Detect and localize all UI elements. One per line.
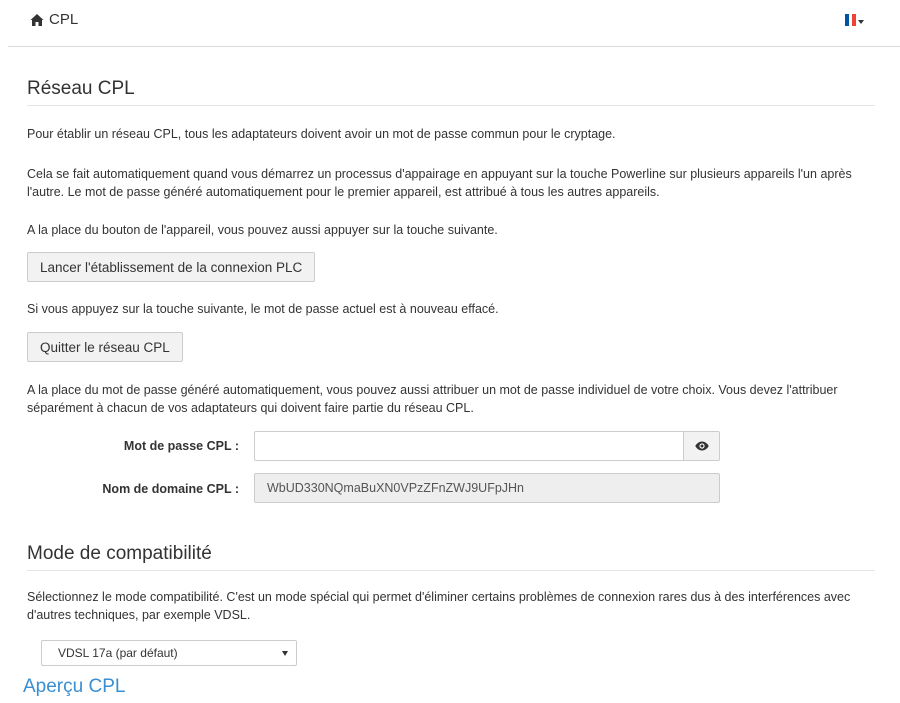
domain-name-field: WbUD330NQmaBuXN0VPzZFnZWJ9UFpJHn (254, 473, 720, 503)
divider (27, 105, 875, 106)
leave-cpl-network-button[interactable]: Quitter le réseau CPL (27, 332, 183, 362)
compatibility-description: Sélectionnez le mode compatibilité. C'es… (27, 590, 851, 622)
top-bar: CPL (8, 0, 900, 47)
cpl-overview-link[interactable]: Aperçu CPL (23, 676, 125, 698)
divider (27, 570, 875, 571)
section-title-cpl-network: Réseau CPL (27, 78, 135, 99)
chevron-down-icon (282, 651, 288, 656)
home-icon[interactable] (30, 13, 44, 27)
intro-text: Pour établir un réseau CPL, tous les ada… (27, 127, 616, 141)
password-input[interactable] (254, 431, 683, 461)
alternative-text: A la place du bouton de l'appareil, vous… (27, 223, 498, 237)
selected-mode-value: VDSL 17a (par défaut) (58, 646, 178, 660)
chevron-down-icon (858, 20, 864, 24)
language-selector[interactable] (845, 14, 864, 26)
eye-icon (694, 441, 709, 451)
show-password-button[interactable] (683, 431, 720, 461)
reset-info-text: Si vous appuyez sur la touche suivante, … (27, 302, 499, 316)
domain-label: Nom de domaine CPL : (102, 482, 239, 496)
start-plc-connection-button[interactable]: Lancer l'établissement de la connexion P… (27, 252, 316, 282)
custom-password-info-text: A la place du mot de passe généré automa… (27, 383, 838, 415)
compatibility-mode-select[interactable]: VDSL 17a (par défaut) (41, 640, 297, 666)
app-title: CPL (49, 11, 79, 28)
auto-pairing-text: Cela se fait automatiquement quand vous … (27, 167, 852, 199)
section-title-compatibility: Mode de compatibilité (27, 543, 212, 564)
password-label: Mot de passe CPL : (123, 439, 239, 453)
